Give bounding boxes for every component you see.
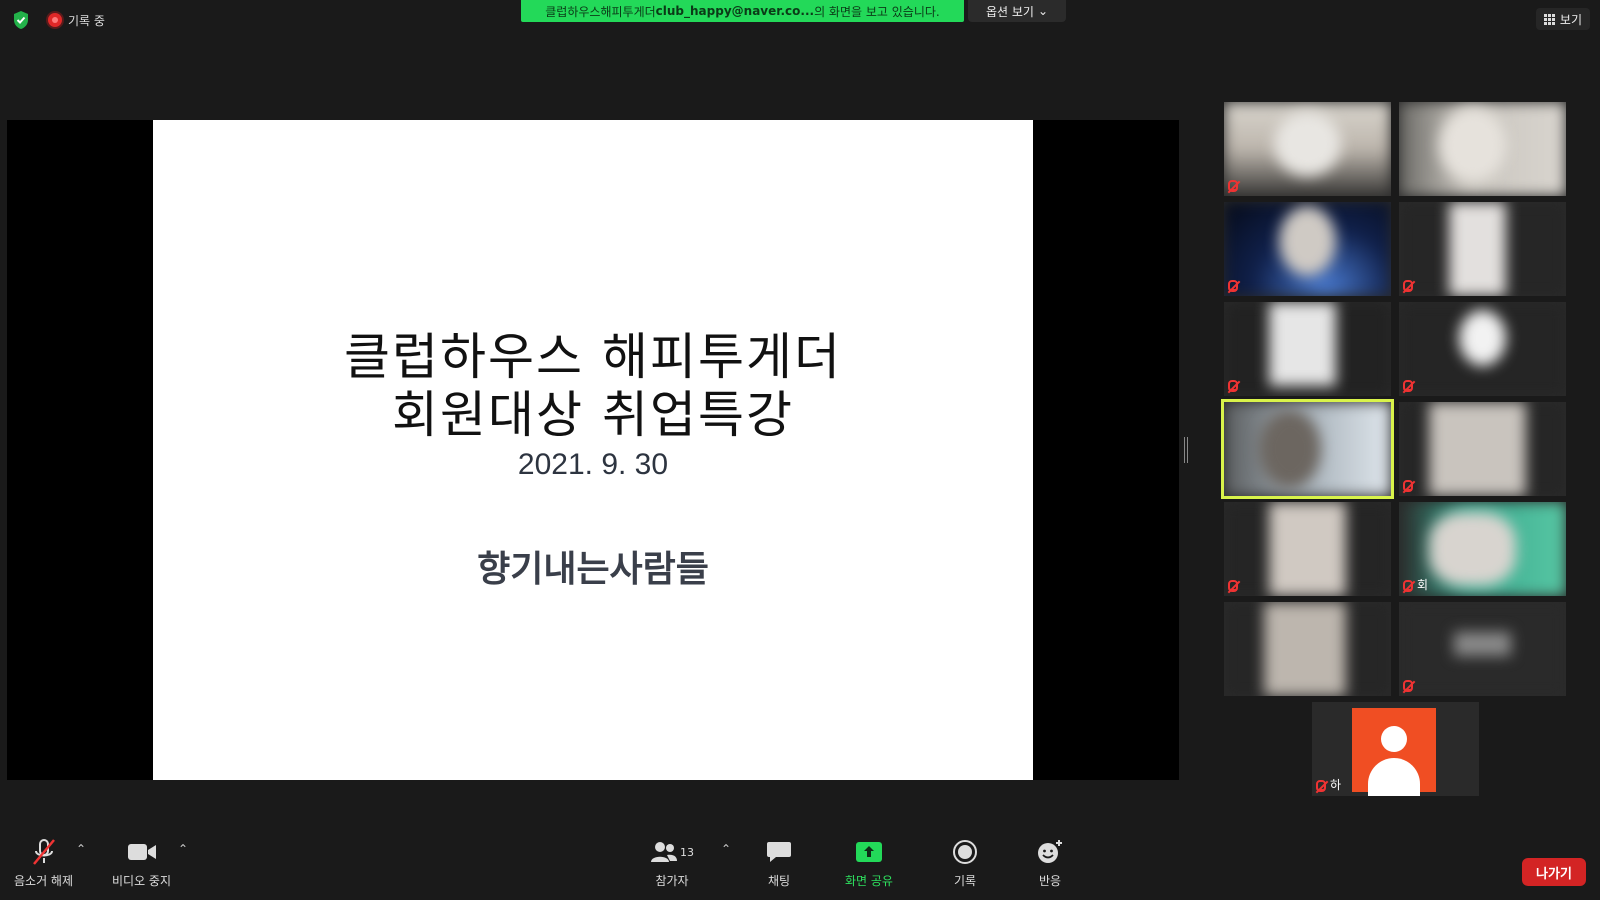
muted-mic-icon (1316, 780, 1326, 792)
meeting-toolbar: 음소거 해제 ⌃ 비디오 중지 ⌃ 13 참가자 ⌃ 채팅 화면 공유 기록 반… (0, 826, 1600, 900)
view-options-label: 옵션 보기 (985, 4, 1034, 19)
muted-mic-icon (1403, 480, 1413, 492)
view-options-button[interactable]: 옵션 보기 ⌄ (968, 0, 1066, 22)
presentation-slide: 클럽하우스 해피투게더 회원대상 취업특강 2021. 9. 30 향기내는사람… (153, 120, 1033, 780)
slide-title-line-1: 클럽하우스 해피투게더 (344, 328, 842, 386)
reaction-smiley-icon (1038, 840, 1062, 863)
share-banner-email: club_happy@naver.co... (655, 4, 815, 18)
video-tile[interactable] (1399, 302, 1566, 396)
participants-options-caret-icon[interactable]: ⌃ (721, 842, 731, 856)
reactions-label: 반응 (1038, 874, 1062, 888)
video-tile[interactable] (1224, 302, 1391, 396)
reactions-button[interactable]: 반응 (1036, 838, 1064, 889)
muted-mic-icon (1403, 580, 1413, 592)
stop-video-button[interactable]: 비디오 중지 (112, 838, 171, 889)
record-dot-icon (48, 13, 62, 27)
participants-count: 13 (680, 845, 694, 859)
unmute-label: 음소거 해제 (14, 874, 74, 888)
leave-meeting-button[interactable]: 나가기 (1522, 858, 1586, 886)
chat-label: 채팅 (767, 874, 791, 888)
shared-screen[interactable]: 클럽하우스 해피투게더 회원대상 취업특강 2021. 9. 30 향기내는사람… (7, 120, 1179, 780)
share-banner-suffix: 의 화면을 보고 있습니다. (814, 4, 940, 19)
view-layout-button[interactable]: 보기 (1535, 8, 1590, 30)
share-screen-button[interactable]: 화면 공유 (845, 838, 893, 889)
video-tile-avatar[interactable]: 하 (1312, 702, 1479, 796)
panel-resize-handle[interactable] (1184, 437, 1188, 463)
video-tile[interactable] (1399, 602, 1566, 696)
screen-share-banner: 클럽하우스해피투게더 club_happy@naver.co... 의 화면을 보… (521, 0, 964, 22)
chevron-down-icon: ⌄ (1037, 4, 1049, 18)
muted-mic-icon (1228, 280, 1238, 292)
slide-title-line-2: 회원대상 취업특강 (392, 386, 794, 444)
share-banner-prefix: 클럽하우스해피투게더 (545, 4, 656, 19)
record-icon (953, 840, 977, 864)
grid-view-icon (1543, 13, 1555, 25)
video-options-caret-icon[interactable]: ⌃ (178, 842, 188, 856)
video-tile[interactable] (1399, 402, 1566, 496)
participants-icon (651, 842, 677, 862)
unmute-button[interactable]: 음소거 해제 (14, 838, 73, 889)
participants-button[interactable]: 13 참가자 (650, 838, 694, 889)
zoom-meeting-window: 기록 중 클럽하우스해피투게더 club_happy@naver.co... 의 … (0, 0, 1600, 900)
view-label: 보기 (1559, 12, 1582, 27)
recording-indicator[interactable]: 기록 중 (48, 12, 105, 29)
record-button[interactable]: 기록 (952, 838, 978, 889)
participant-name: 하 (1330, 778, 1342, 792)
chat-bubble-icon (767, 842, 791, 862)
chat-button[interactable]: 채팅 (766, 838, 792, 889)
muted-mic-icon (1228, 580, 1238, 592)
slide-organization: 향기내는사람들 (477, 549, 709, 590)
muted-microphone-icon (32, 839, 55, 865)
stop-video-label: 비디오 중지 (112, 874, 172, 888)
share-screen-icon (855, 842, 882, 862)
recording-label: 기록 중 (68, 13, 105, 28)
muted-mic-icon (1228, 380, 1238, 392)
slide-date: 2021. 9. 30 (517, 448, 669, 481)
muted-mic-icon (1403, 380, 1413, 392)
avatar (1352, 708, 1436, 796)
video-tile[interactable] (1224, 502, 1391, 596)
video-tile[interactable] (1224, 102, 1391, 196)
top-status-bar: 기록 중 (12, 10, 105, 30)
video-tile[interactable] (1224, 602, 1391, 696)
video-camera-icon (127, 844, 156, 860)
video-tile[interactable] (1399, 202, 1566, 296)
record-label: 기록 (953, 874, 977, 888)
video-tile[interactable]: 회 (1399, 502, 1566, 596)
muted-mic-icon (1228, 180, 1238, 192)
shield-icon[interactable] (12, 10, 30, 30)
participants-label: 참가자 (655, 874, 689, 888)
slide-title: 클럽하우스 해피투게더 회원대상 취업특강 (153, 328, 1033, 444)
video-tile[interactable] (1224, 202, 1391, 296)
video-tile[interactable] (1399, 102, 1566, 196)
audio-options-caret-icon[interactable]: ⌃ (76, 842, 86, 856)
share-screen-label: 화면 공유 (845, 874, 893, 888)
participant-name: 회 (1417, 578, 1429, 592)
video-tile-active-speaker[interactable] (1221, 399, 1394, 499)
muted-mic-icon (1403, 680, 1413, 692)
muted-mic-icon (1403, 280, 1413, 292)
